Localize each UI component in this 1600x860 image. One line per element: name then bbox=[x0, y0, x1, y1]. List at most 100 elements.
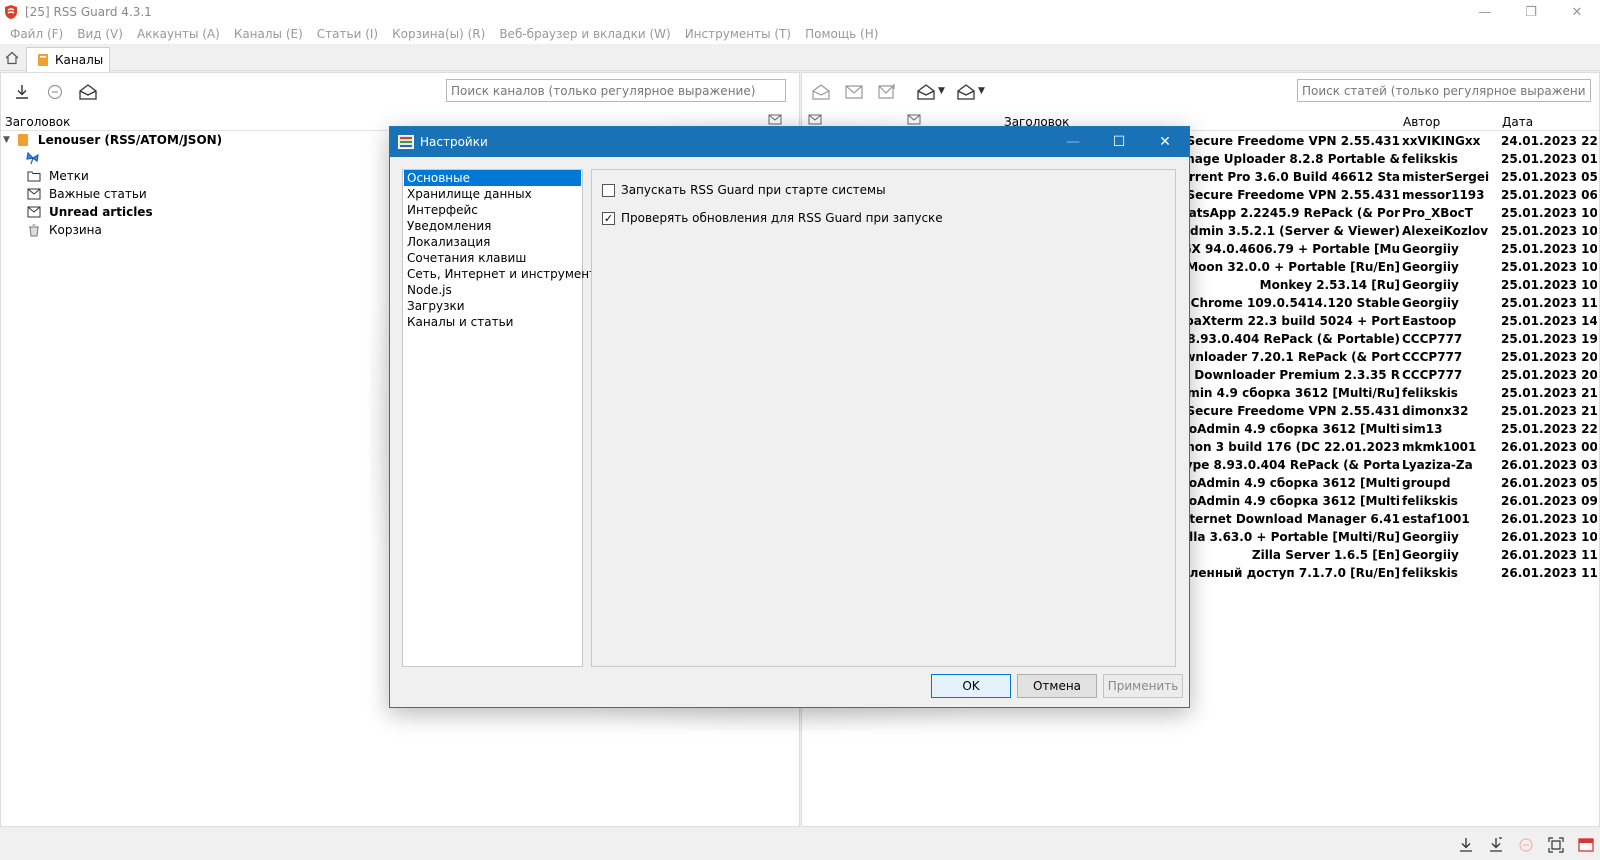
update-feeds-button[interactable] bbox=[11, 81, 33, 103]
mark-article-read-button[interactable] bbox=[810, 81, 832, 103]
articles-column-author[interactable]: Автор bbox=[1403, 113, 1440, 131]
article-date: 26.01.2023 03:... bbox=[1501, 458, 1597, 472]
check-updates-label: Проверять обновления для RSS Guard при з… bbox=[621, 211, 943, 225]
articles-column-date[interactable]: Дата bbox=[1502, 113, 1533, 131]
article-date: 25.01.2023 21:... bbox=[1501, 386, 1597, 400]
menu-help[interactable]: Помощь (H) bbox=[798, 27, 885, 41]
autostart-label: Запускать RSS Guard при старте системы bbox=[621, 183, 886, 197]
menu-tools[interactable]: Инструменты (T) bbox=[678, 27, 798, 41]
article-author: estaf1001 bbox=[1402, 512, 1470, 526]
menu-file[interactable]: Файл (F) bbox=[3, 27, 70, 41]
category-localization[interactable]: Локализация bbox=[404, 234, 581, 250]
article-author: felikskis bbox=[1402, 494, 1458, 508]
article-title: MobaXterm 22.3 build 5024 + Port... bbox=[1190, 314, 1400, 328]
envelope-open-icon bbox=[957, 84, 975, 100]
check-updates-option[interactable]: ✓ Проверять обновления для RSS Guard при… bbox=[602, 210, 943, 226]
expand-arrow-icon[interactable]: ▼ bbox=[3, 135, 10, 145]
article-date: 25.01.2023 20:... bbox=[1501, 350, 1597, 364]
close-tab-button[interactable] bbox=[1575, 834, 1597, 856]
article-date: 26.01.2023 00:... bbox=[1501, 440, 1597, 454]
category-downloads[interactable]: Загрузки bbox=[404, 298, 581, 314]
chevron-down-icon[interactable]: ▼ bbox=[978, 86, 985, 96]
tab-feeds[interactable]: Каналы bbox=[26, 47, 110, 72]
article-title: Internet Download Manager 6.41 ... bbox=[1190, 512, 1400, 526]
article-title: WhatsApp 2.2245.9 RePack (& Por... bbox=[1190, 206, 1400, 220]
article-title: AeroAdmin 4.9 сборка 3612 [Multi... bbox=[1190, 422, 1400, 436]
article-title: gle Chrome 109.0.5414.120 Stable... bbox=[1190, 296, 1400, 310]
stop-icon bbox=[47, 84, 63, 100]
apply-button[interactable]: Применить bbox=[1103, 674, 1183, 698]
mark-article-unread-button[interactable] bbox=[843, 81, 865, 103]
menu-view[interactable]: Вид (V) bbox=[70, 27, 130, 41]
category-feeds-articles[interactable]: Каналы и статьи bbox=[404, 314, 581, 330]
close-button[interactable]: ✕ bbox=[1554, 0, 1600, 24]
ok-button[interactable]: OK bbox=[931, 674, 1011, 698]
article-author: Georgiiy bbox=[1402, 296, 1459, 310]
status-stop-button[interactable] bbox=[1515, 834, 1537, 856]
article-title: uTorrent Pro 3.6.0 Build 46612 Sta... bbox=[1190, 170, 1400, 184]
account-node[interactable]: ▼ Lenouser (RSS/ATOM/JSON) bbox=[3, 131, 222, 149]
cancel-button[interactable]: Отмена bbox=[1017, 674, 1097, 698]
tree-item-labels[interactable]: Метки bbox=[27, 167, 89, 185]
dialog-maximize-button[interactable]: ☐ bbox=[1096, 127, 1142, 157]
article-title: F-Secure Freedome VPN 2.55.431.... bbox=[1190, 134, 1400, 148]
article-title: ra GX 94.0.4606.79 + Portable [Mu... bbox=[1190, 242, 1400, 256]
autostart-option[interactable]: Запускать RSS Guard при старте системы bbox=[602, 182, 886, 198]
article-author: felikskis bbox=[1402, 566, 1458, 580]
fullscreen-button[interactable] bbox=[1545, 834, 1567, 856]
menu-articles[interactable]: Статьи (I) bbox=[310, 27, 385, 41]
tree-item-recycle-bin[interactable]: Корзина bbox=[27, 221, 102, 239]
mark-read-button[interactable] bbox=[77, 81, 99, 103]
window-titlebar: [25] RSS Guard 4.3.1 — ❐ ✕ bbox=[0, 0, 1600, 24]
articles-search-input[interactable] bbox=[1297, 79, 1591, 102]
important-envelope-icon bbox=[27, 187, 41, 201]
feeds-column-title[interactable]: Заголовок bbox=[5, 113, 70, 131]
menu-web-browser[interactable]: Веб-браузер и вкладки (W) bbox=[492, 27, 677, 41]
article-author: CCCP777 bbox=[1402, 332, 1463, 346]
article-date: 26.01.2023 11:... bbox=[1501, 566, 1597, 580]
article-author: CCCP777 bbox=[1402, 368, 1463, 382]
mark-all-read-dropdown[interactable] bbox=[915, 81, 937, 103]
home-tab[interactable] bbox=[2, 47, 22, 69]
home-icon bbox=[5, 51, 19, 65]
article-date: 25.01.2023 11:... bbox=[1501, 296, 1597, 310]
category-notifications[interactable]: Уведомления bbox=[404, 218, 581, 234]
article-author: Georgiiy bbox=[1402, 260, 1459, 274]
menu-accounts[interactable]: Аккаунты (A) bbox=[130, 27, 227, 41]
settings-app-icon bbox=[398, 135, 414, 149]
menu-recycle-bin[interactable]: Корзина(ы) (R) bbox=[385, 27, 492, 41]
article-author: Georgiiy bbox=[1402, 548, 1459, 562]
chevron-down-icon[interactable]: ▼ bbox=[938, 86, 945, 96]
article-date: 25.01.2023 10:... bbox=[1501, 224, 1597, 238]
switch-importance-button[interactable] bbox=[876, 81, 898, 103]
status-update-selected-button[interactable] bbox=[1485, 834, 1507, 856]
article-title: & Image Uploader 8.2.8 Portable +... bbox=[1190, 152, 1400, 166]
tab-feeds-label: Каналы bbox=[55, 53, 104, 67]
mark-all-unread-dropdown[interactable] bbox=[955, 81, 977, 103]
article-date: 25.01.2023 20:... bbox=[1501, 368, 1597, 382]
category-data-storage[interactable]: Хранилище данных bbox=[404, 186, 581, 202]
category-network[interactable]: Сеть, Интернет и инструменты bbox=[404, 266, 606, 282]
article-date: 25.01.2023 10:... bbox=[1501, 278, 1597, 292]
article-date: 25.01.2023 05:... bbox=[1501, 170, 1597, 184]
category-general[interactable]: Основные bbox=[404, 170, 581, 186]
minimize-button[interactable]: — bbox=[1462, 0, 1508, 24]
check-updates-checkbox[interactable]: ✓ bbox=[602, 211, 615, 225]
category-shortcuts[interactable]: Сочетания клавиш bbox=[404, 250, 581, 266]
feeds-search-input[interactable] bbox=[446, 79, 786, 102]
restore-button[interactable]: ❐ bbox=[1508, 0, 1554, 24]
article-date: 25.01.2023 19:... bbox=[1501, 332, 1597, 346]
dialog-close-button[interactable]: ✕ bbox=[1142, 127, 1188, 157]
article-author: felikskis bbox=[1402, 152, 1458, 166]
category-nodejs[interactable]: Node.js bbox=[404, 282, 581, 298]
menu-feeds[interactable]: Каналы (E) bbox=[227, 27, 310, 41]
dialog-minimize-button[interactable]: — bbox=[1050, 127, 1096, 157]
envelope-star-icon bbox=[878, 84, 895, 99]
status-update-button[interactable] bbox=[1455, 834, 1477, 856]
autostart-checkbox[interactable] bbox=[602, 183, 615, 197]
tree-item-unread[interactable]: Unread articles bbox=[27, 203, 153, 221]
tree-item-important[interactable]: Важные статьи bbox=[27, 185, 147, 203]
stop-update-button[interactable] bbox=[44, 81, 66, 103]
settings-dialog-titlebar[interactable]: Настройки — ☐ ✕ bbox=[390, 127, 1189, 157]
category-interface[interactable]: Интерфейс bbox=[404, 202, 581, 218]
